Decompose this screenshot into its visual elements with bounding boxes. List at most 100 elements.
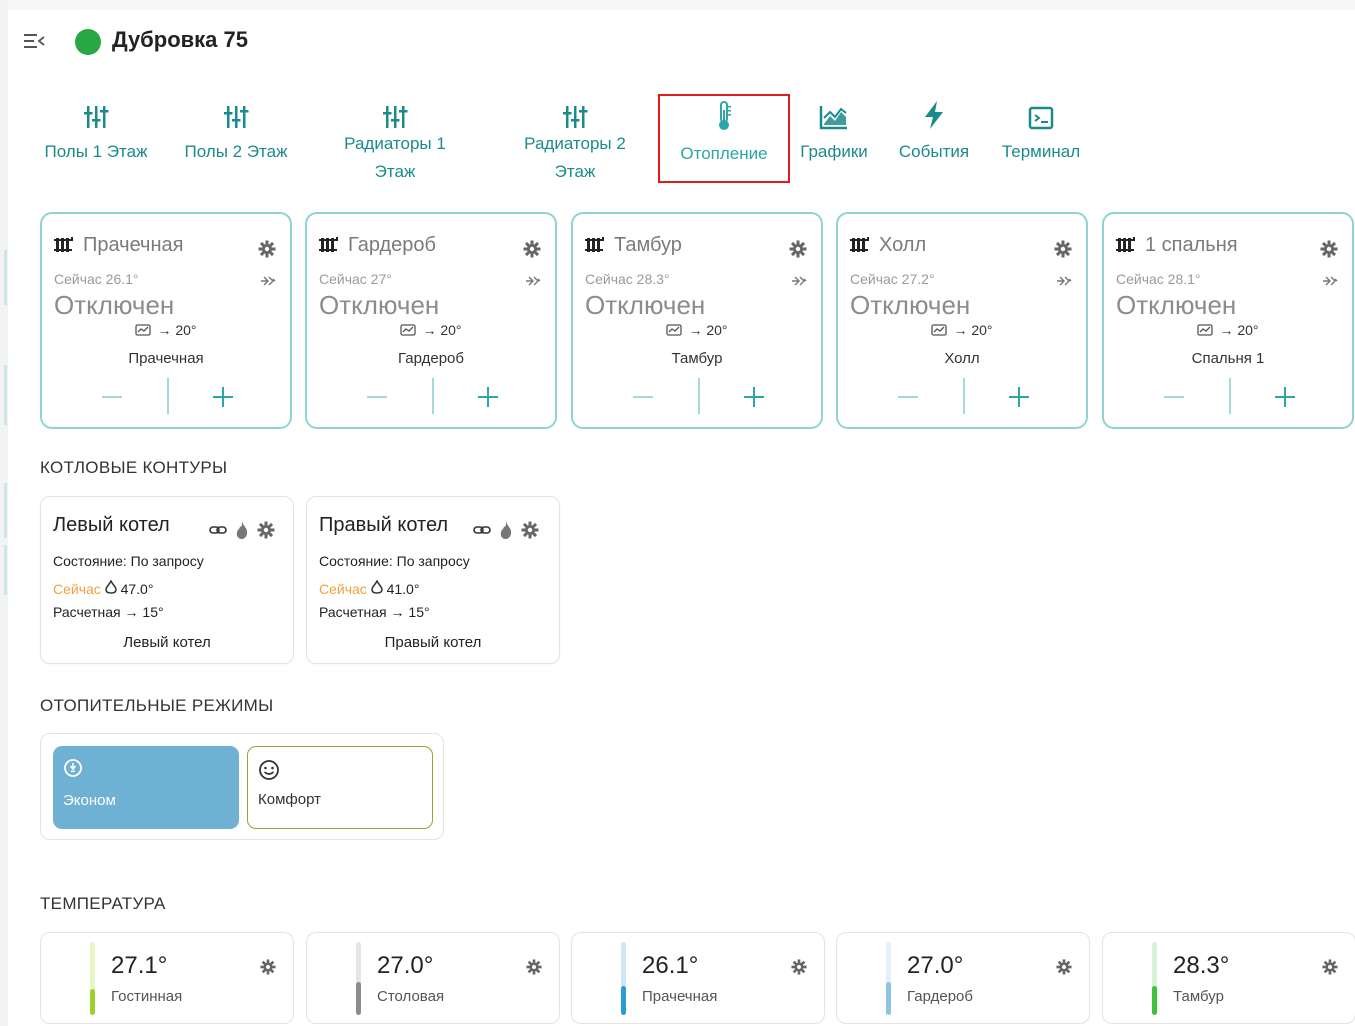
- increase-button[interactable]: [1274, 380, 1296, 410]
- fan-icon: [526, 276, 541, 286]
- schedule-icon: [135, 324, 152, 336]
- room-card[interactable]: Тамбур Сейчас 28.3° Отключен → 20° Тамбу…: [571, 212, 823, 429]
- temperature-card[interactable]: 28.3° Тамбур: [1102, 932, 1355, 1024]
- menu-collapse-icon[interactable]: [24, 32, 46, 50]
- temperature-value: 27.0°: [377, 952, 434, 979]
- increase-button[interactable]: [477, 380, 499, 410]
- temperature-name: Столовая: [377, 988, 445, 1005]
- room-name: 1 спальня: [1145, 234, 1238, 256]
- temperature-card[interactable]: 27.0° Столовая: [306, 932, 560, 1024]
- boiler-current-value: 47.0°: [120, 581, 154, 597]
- room-state: Отключен: [1116, 290, 1237, 320]
- tab-terminal[interactable]: Терминал: [996, 100, 1086, 166]
- schedule-icon: [400, 324, 417, 336]
- room-label: Холл: [944, 350, 980, 367]
- room-card[interactable]: Гардероб Сейчас 27° Отключен → 20° Гарде…: [305, 212, 557, 429]
- gear-icon[interactable]: [1322, 959, 1338, 975]
- increase-button[interactable]: [212, 380, 234, 410]
- schedule-icon: [666, 324, 683, 336]
- room-card[interactable]: Холл Сейчас 27.2° Отключен → 20° Холл: [836, 212, 1088, 429]
- gear-icon[interactable]: [1054, 240, 1072, 258]
- gear-icon[interactable]: [791, 959, 807, 975]
- smiley-icon: [259, 760, 279, 780]
- tab-heating[interactable]: Отопление: [658, 94, 790, 183]
- boiler-card[interactable]: Правый котел Состояние: По запросу Сейча…: [306, 496, 560, 664]
- decrease-button[interactable]: [633, 380, 655, 410]
- room-current-temp: Сейчас 28.1°: [1116, 271, 1201, 287]
- mode-comfort-button[interactable]: Комфорт: [247, 746, 433, 829]
- gear-icon[interactable]: [260, 959, 276, 975]
- radiator-icon: [585, 237, 604, 252]
- tab-radiators-2[interactable]: Радиаторы 2 Этаж: [516, 100, 634, 186]
- flame-icon: [236, 521, 248, 539]
- mode-label: Комфорт: [258, 791, 321, 808]
- boiler-icons: [473, 520, 539, 540]
- gear-icon[interactable]: [1056, 959, 1072, 975]
- tab-label-line1: Радиаторы 2: [524, 134, 626, 153]
- room-target: → 20°: [1104, 322, 1352, 338]
- tab-label: Отопление: [680, 144, 768, 163]
- fan-icon: [261, 276, 276, 286]
- temperature-card[interactable]: 27.0° Гардероб: [836, 932, 1090, 1024]
- gear-icon[interactable]: [258, 240, 276, 258]
- boiler-state: Состояние: По запросу: [53, 553, 204, 569]
- boiler-calculated: Расчетная → 15°: [53, 604, 164, 620]
- decrease-button[interactable]: [1164, 380, 1186, 410]
- temperature-level: [1152, 986, 1157, 1015]
- status-indicator: [75, 29, 101, 55]
- tab-label-line1: Радиаторы 1: [344, 134, 446, 153]
- tab-events[interactable]: События: [894, 100, 974, 166]
- mode-econom-button[interactable]: Эконом: [53, 746, 239, 829]
- lightning-icon: [922, 100, 946, 130]
- room-current-temp: Сейчас 27.2°: [850, 271, 935, 287]
- boiler-label: Правый котел: [384, 634, 482, 651]
- gear-icon[interactable]: [521, 521, 539, 539]
- tab-label: События: [898, 142, 970, 161]
- increase-button[interactable]: [743, 380, 765, 410]
- radiator-icon: [1116, 237, 1135, 252]
- decrease-button[interactable]: [102, 380, 124, 410]
- temperature-name: Тамбур: [1173, 988, 1224, 1005]
- tab-floors-1[interactable]: Полы 1 Этаж: [38, 100, 154, 166]
- room-target-temp: → 20°: [1219, 322, 1259, 338]
- room-target-temp: → 20°: [157, 322, 197, 338]
- tab-radiators-1[interactable]: Радиаторы 1 Этаж: [336, 100, 454, 186]
- room-label: Спальня 1: [1191, 350, 1265, 367]
- room-card[interactable]: 1 спальня Сейчас 28.1° Отключен → 20° Сп…: [1102, 212, 1354, 429]
- room-current-temp: Сейчас 26.1°: [54, 271, 139, 287]
- boiler-card[interactable]: Левый котел Состояние: По запросу Сейчас…: [40, 496, 294, 664]
- tab-label-line2: Этаж: [554, 162, 596, 181]
- gear-icon[interactable]: [1320, 240, 1338, 258]
- gear-icon[interactable]: [523, 240, 541, 258]
- boiler-label: Левый котел: [123, 634, 211, 651]
- gear-icon[interactable]: [789, 240, 807, 258]
- divider: [167, 378, 169, 414]
- gear-icon[interactable]: [526, 959, 542, 975]
- decrease-button[interactable]: [898, 380, 920, 410]
- chart-icon: [819, 100, 849, 130]
- decrease-button[interactable]: [367, 380, 389, 410]
- temperature-name: Гардероб: [907, 988, 973, 1005]
- sliders-icon: [82, 100, 110, 130]
- radiator-icon: [54, 237, 73, 252]
- app-title: Дубровка 75: [112, 27, 248, 52]
- temperature-name: Гостинная: [111, 988, 183, 1005]
- sliders-icon: [381, 100, 409, 130]
- tab-floors-2[interactable]: Полы 2 Этаж: [178, 100, 294, 166]
- tab-charts[interactable]: Графики: [796, 100, 872, 166]
- terminal-icon: [1028, 100, 1054, 130]
- temperature-card[interactable]: 26.1° Прачечная: [571, 932, 825, 1024]
- boiler-name: Левый котел: [53, 514, 170, 536]
- radiator-icon: [319, 237, 338, 252]
- room-name: Холл: [879, 234, 927, 256]
- room-card[interactable]: Прачечная Сейчас 26.1° Отключен → 20° Пр…: [40, 212, 292, 429]
- fan-icon: [1057, 276, 1072, 286]
- increase-button[interactable]: [1008, 380, 1030, 410]
- temperature-level: [621, 986, 626, 1015]
- divider: [963, 378, 965, 414]
- room-current-temp: Сейчас 28.3°: [585, 271, 670, 287]
- gear-icon[interactable]: [257, 521, 275, 539]
- link-icon: [209, 526, 227, 534]
- room-target: → 20°: [838, 322, 1086, 338]
- temperature-card[interactable]: 27.1° Гостинная: [40, 932, 294, 1024]
